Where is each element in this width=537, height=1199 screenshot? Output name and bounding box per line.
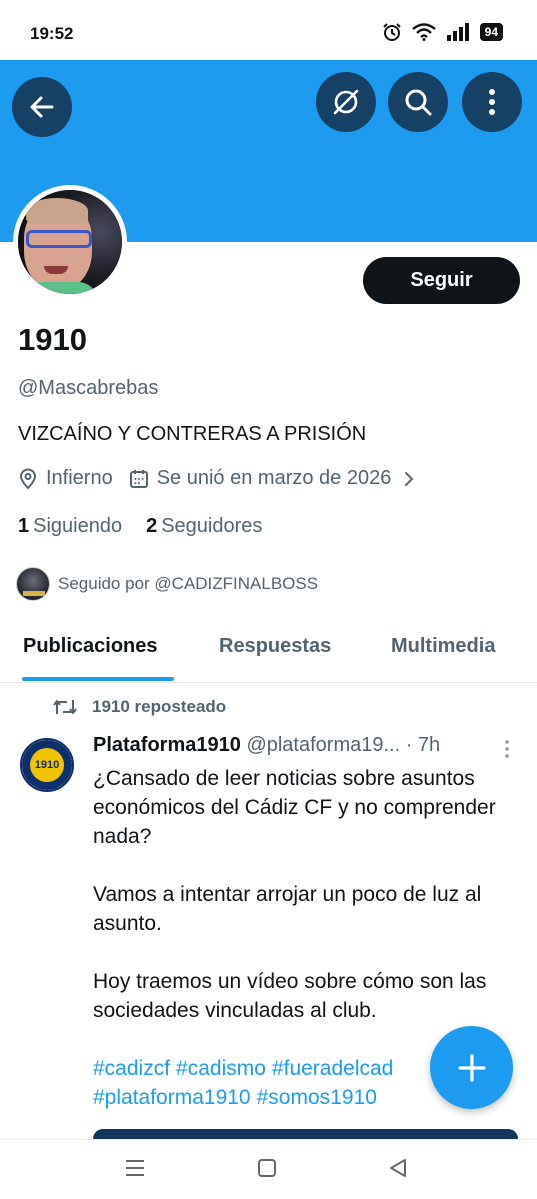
search-icon bbox=[405, 89, 432, 116]
follow-counts: 1 Siguiendo 2 Seguidores bbox=[18, 515, 262, 538]
display-name: 1910 bbox=[18, 322, 87, 357]
post-author-avatar[interactable]: 1910 bbox=[20, 738, 74, 792]
post-paragraph: Hoy traemos un vídeo sobre cómo son las … bbox=[93, 970, 487, 1022]
hashtag-link[interactable]: #cadismo bbox=[176, 1057, 266, 1080]
chevron-right-icon[interactable] bbox=[403, 470, 415, 488]
alarm-icon bbox=[382, 23, 401, 41]
wifi-icon bbox=[411, 23, 436, 41]
followed-by[interactable]: Seguido por @CADIZFINALBOSS bbox=[16, 567, 318, 601]
battery-indicator: 94 bbox=[479, 23, 503, 41]
hashtag-link[interactable]: #somos1910 bbox=[257, 1086, 377, 1109]
status-time: 19:52 bbox=[30, 24, 74, 43]
post-paragraph: ¿Cansado de leer noticias sobre asuntos … bbox=[93, 767, 496, 848]
post-header: Plataforma1910 @plataforma19... · 7h bbox=[93, 734, 503, 757]
avatar-image bbox=[18, 190, 122, 294]
profile-tabs: Publicaciones Respuestas Multimedia bbox=[0, 625, 537, 683]
repost-label: 1910 reposteado bbox=[92, 697, 227, 716]
followers-link[interactable]: 2 Seguidores bbox=[146, 515, 262, 538]
follow-button[interactable]: Seguir bbox=[363, 257, 520, 304]
signal-icon bbox=[446, 23, 469, 41]
back-button[interactable] bbox=[12, 77, 72, 137]
hashtag-link[interactable]: #fueradelcad bbox=[272, 1057, 393, 1080]
status-icons: 94 bbox=[382, 22, 503, 42]
status-bar: 19:52 94 bbox=[0, 0, 537, 60]
more-vertical-icon bbox=[489, 89, 495, 115]
system-nav-bar bbox=[0, 1139, 537, 1199]
following-link[interactable]: 1 Siguiendo bbox=[18, 515, 122, 538]
followed-by-text: Seguido por @CADIZFINALBOSS bbox=[58, 574, 319, 593]
plus-icon bbox=[457, 1053, 486, 1082]
back-triangle-icon[interactable] bbox=[388, 1158, 408, 1178]
post-more-icon[interactable] bbox=[500, 738, 514, 760]
profile-handle: @Mascabrebas bbox=[18, 377, 159, 399]
post-time: · 7h bbox=[405, 734, 441, 756]
back-arrow-icon bbox=[30, 96, 54, 118]
grok-icon bbox=[333, 89, 359, 115]
post-paragraph: Vamos a intentar arrojar un poco de luz … bbox=[93, 883, 482, 935]
hashtag-link[interactable]: #cadizcf bbox=[93, 1057, 170, 1080]
profile-meta: Infierno Se unió en marzo de 2026 bbox=[18, 467, 423, 490]
joined-text: Se unió en marzo de 2026 bbox=[156, 467, 392, 489]
grok-button[interactable] bbox=[316, 72, 376, 132]
search-button[interactable] bbox=[388, 72, 448, 132]
active-tab-indicator bbox=[22, 677, 174, 681]
post-author-name[interactable]: Plataforma1910 bbox=[93, 734, 241, 756]
calendar-icon bbox=[129, 469, 148, 488]
tab-publicaciones[interactable]: Publicaciones bbox=[23, 635, 158, 658]
location-text: Infierno bbox=[46, 467, 113, 489]
menu-icon[interactable] bbox=[124, 1158, 146, 1178]
hashtag-link[interactable]: #plataforma1910 bbox=[93, 1086, 251, 1109]
tab-respuestas[interactable]: Respuestas bbox=[219, 635, 331, 658]
avatar-logo-text: 1910 bbox=[30, 748, 64, 782]
follower-avatar bbox=[16, 567, 50, 601]
post-media-preview[interactable] bbox=[93, 1129, 518, 1139]
repost-icon bbox=[53, 700, 77, 714]
tab-multimedia[interactable]: Multimedia bbox=[391, 635, 495, 658]
repost-indicator: 1910 reposteado bbox=[52, 697, 226, 717]
home-icon[interactable] bbox=[257, 1158, 277, 1178]
compose-button[interactable] bbox=[430, 1026, 513, 1109]
profile-bio: VIZCAÍNO Y CONTRERAS A PRISIÓN bbox=[18, 423, 367, 445]
more-options-button[interactable] bbox=[462, 72, 522, 132]
location-icon bbox=[19, 468, 37, 489]
post-author-handle: @plataforma19... bbox=[246, 734, 401, 756]
profile-avatar[interactable] bbox=[13, 185, 127, 299]
